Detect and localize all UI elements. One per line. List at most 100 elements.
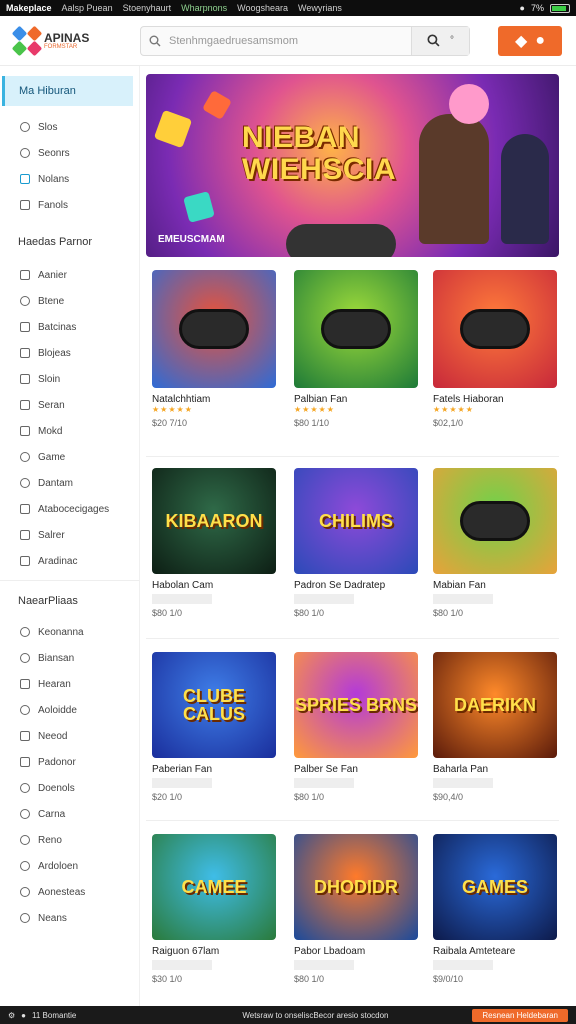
- product-card[interactable]: DHODIDR Pabor Lbadoam $80 1/0: [294, 834, 424, 984]
- search-button[interactable]: °: [411, 26, 469, 55]
- sidebar-item[interactable]: Batcinas: [0, 314, 139, 340]
- sidebar-item[interactable]: Aonesteas: [0, 879, 139, 905]
- sidebar-item[interactable]: Reno: [0, 827, 139, 853]
- sidebar-item[interactable]: Aanier: [0, 262, 139, 288]
- product-card[interactable]: Fatels Hiaboran ★★★★★ $02,1/0: [433, 270, 563, 428]
- product-thumbnail[interactable]: DAERIKN: [433, 652, 557, 758]
- sidebar-item[interactable]: Aradinac: [0, 548, 139, 574]
- sidebar-item[interactable]: Nolans: [0, 166, 139, 192]
- sidebar-item[interactable]: Doenols: [0, 775, 139, 801]
- sidebar-item[interactable]: Fanols: [0, 192, 139, 218]
- product-card[interactable]: Mabian Fan $80 1/0: [433, 468, 563, 618]
- product-thumbnail[interactable]: CAMEE: [152, 834, 276, 940]
- sidebar-item-label: Aonesteas: [38, 886, 86, 898]
- sidebar-item[interactable]: Aoloidde: [0, 697, 139, 723]
- footer-action-button[interactable]: Resnean Heldebaran: [472, 1008, 568, 1022]
- product-card[interactable]: DAERIKN Baharla Pan $90,4/0: [433, 652, 563, 802]
- search-icon: [149, 35, 161, 46]
- product-thumbnail[interactable]: DHODIDR: [294, 834, 418, 940]
- sidebar-item[interactable]: Seran: [0, 392, 139, 418]
- product-name[interactable]: Palber Se Fan: [294, 764, 424, 775]
- product-thumbnail[interactable]: KIBAARON: [152, 468, 276, 574]
- sidebar-item[interactable]: Btene: [0, 288, 139, 314]
- sidebar-item[interactable]: Sloin: [0, 366, 139, 392]
- product-thumbnail[interactable]: GAMES: [433, 834, 557, 940]
- sidebar-item[interactable]: Game: [0, 444, 139, 470]
- product-thumbnail[interactable]: [433, 468, 557, 574]
- sidebar-item[interactable]: Padonor: [0, 749, 139, 775]
- product-name[interactable]: Habolan Cam: [152, 580, 282, 591]
- header-action-button[interactable]: ◆ ●: [498, 25, 562, 56]
- status-tab[interactable]: Wewyrians: [298, 3, 342, 13]
- product-card[interactable]: GAMES Raibala Amteteare $9/0/10: [433, 834, 563, 984]
- product-price: $80 1/0: [152, 608, 183, 618]
- product-card[interactable]: KIBAARON Habolan Cam $80 1/0: [152, 468, 282, 618]
- product-name[interactable]: Paberian Fan: [152, 764, 282, 775]
- product-subline: [152, 778, 212, 788]
- product-card[interactable]: CLUBE CALUS Paberian Fan $20 1/0: [152, 652, 282, 802]
- product-card[interactable]: SPRIES BRNS Palber Se Fan $80 1/0: [294, 652, 424, 802]
- user-icon: ●: [535, 31, 545, 49]
- status-tab-active[interactable]: Wharpnons: [181, 3, 227, 13]
- sidebar-item[interactable]: Mokd: [0, 418, 139, 444]
- search-bar[interactable]: Stenhmgaedruesamsmom °: [140, 25, 470, 56]
- sidebar-item[interactable]: Hearan: [0, 671, 139, 697]
- product-card[interactable]: CHILIMS Padron Se Dadratep $80 1/0: [294, 468, 424, 618]
- status-tab[interactable]: Woogsheara: [237, 3, 288, 13]
- sidebar-item[interactable]: Blojeas: [0, 340, 139, 366]
- product-thumbnail[interactable]: CHILIMS: [294, 468, 418, 574]
- sidebar-item-label: Seran: [38, 399, 65, 411]
- check-icon: [20, 504, 30, 514]
- hero-banner[interactable]: NIEBAN WIEHSCIA EMEUSCMAM: [146, 74, 559, 257]
- gear-icon[interactable]: ⚙: [8, 1011, 15, 1020]
- product-name[interactable]: Mabian Fan: [433, 580, 563, 591]
- sidebar-item[interactable]: Ardoloen: [0, 853, 139, 879]
- product-thumbnail[interactable]: [152, 270, 276, 388]
- thumbnail-title: DHODIDR: [314, 877, 398, 897]
- page-icon: [20, 556, 30, 566]
- product-name[interactable]: Palbian Fan: [294, 394, 424, 405]
- product-name[interactable]: Natalchhtiam: [152, 394, 282, 405]
- sidebar-item-label: Fanols: [38, 199, 69, 211]
- product-card[interactable]: Palbian Fan ★★★★★ $80 1/10: [294, 270, 424, 428]
- product-thumbnail[interactable]: [294, 270, 418, 388]
- status-tab[interactable]: Stoenyhaurt: [123, 3, 172, 13]
- product-subline: [294, 960, 354, 970]
- product-name[interactable]: Pabor Lbadoam: [294, 946, 424, 957]
- status-app-name: Makeplace: [6, 3, 52, 13]
- circle-icon[interactable]: ●: [21, 1011, 26, 1020]
- sidebar-item[interactable]: Dantam: [0, 470, 139, 496]
- sidebar-item-label: Doenols: [38, 782, 75, 794]
- status-tab[interactable]: Aalsp Puean: [62, 3, 113, 13]
- product-thumbnail[interactable]: CLUBE CALUS: [152, 652, 276, 758]
- product-name[interactable]: Baharla Pan: [433, 764, 563, 775]
- sidebar-item[interactable]: Neeod: [0, 723, 139, 749]
- sidebar-item[interactable]: Carna: [0, 801, 139, 827]
- product-name[interactable]: Fatels Hiaboran: [433, 394, 563, 405]
- sidebar-item-active[interactable]: Ma Hiburan: [2, 76, 133, 106]
- app-logo[interactable]: APINAS FORMSTAR: [11, 25, 134, 56]
- sidebar-item[interactable]: Keonanna: [0, 619, 139, 645]
- product-name[interactable]: Padron Se Dadratep: [294, 580, 424, 591]
- product-thumbnail[interactable]: SPRIES BRNS: [294, 652, 418, 758]
- banner-title: NIEBAN WIEHSCIA: [242, 122, 396, 185]
- sidebar-item[interactable]: Seonrs: [0, 140, 139, 166]
- product-name[interactable]: Raiguon 67lam: [152, 946, 282, 957]
- sidebar-item[interactable]: Atabocecigages: [0, 496, 139, 522]
- sidebar-item[interactable]: Salrer: [0, 522, 139, 548]
- banner-decoration: [449, 84, 489, 124]
- product-thumbnail[interactable]: [433, 270, 557, 388]
- gamepad-icon: [179, 309, 249, 349]
- sidebar-item[interactable]: Biansan: [0, 645, 139, 671]
- product-card[interactable]: Natalchhtiam ★★★★★ $20 7/10: [152, 270, 282, 428]
- footer-left-text: 11 Bomantie: [32, 1010, 77, 1020]
- product-name[interactable]: Raibala Amteteare: [433, 946, 563, 957]
- thumbnail-title: KIBAARON: [165, 511, 263, 531]
- sidebar-item[interactable]: Neans: [0, 905, 139, 931]
- product-subline: [294, 778, 354, 788]
- search-input[interactable]: Stenhmgaedruesamsmom: [169, 35, 411, 47]
- circle-icon: [20, 653, 30, 663]
- sidebar-item[interactable]: Slos: [0, 114, 139, 140]
- check-icon: [20, 322, 30, 332]
- product-card[interactable]: CAMEE Raiguon 67lam $30 1/0: [152, 834, 282, 984]
